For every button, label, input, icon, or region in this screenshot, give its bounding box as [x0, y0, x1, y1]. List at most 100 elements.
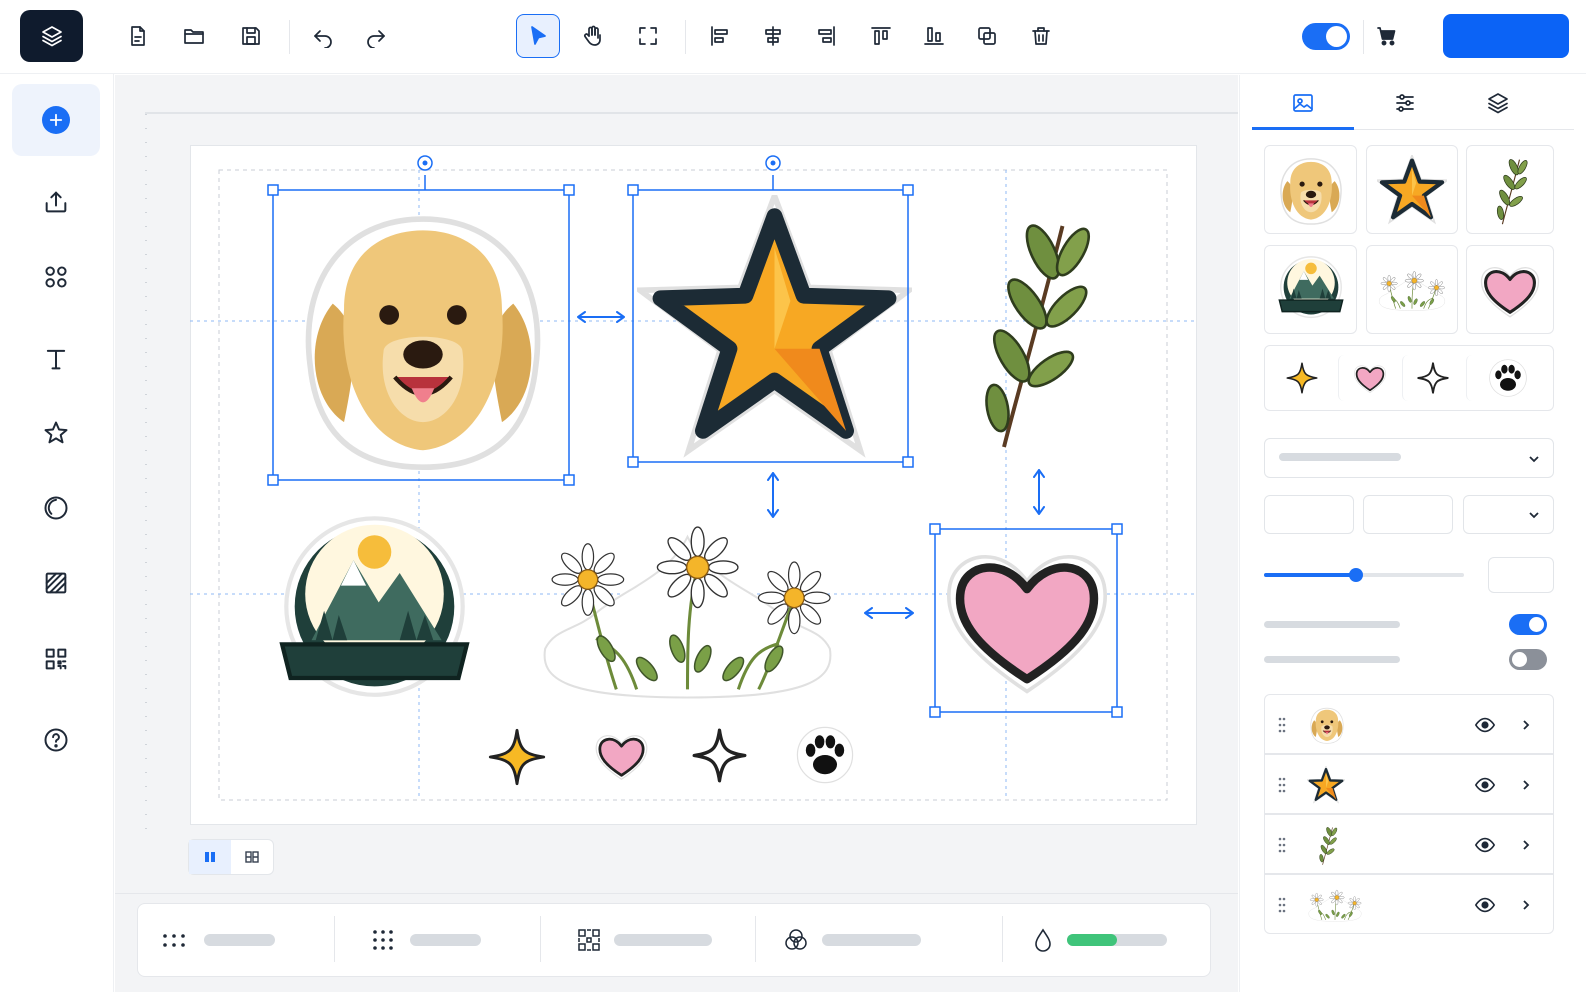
layer-row-star[interactable]: [1264, 754, 1554, 814]
drag-handle-icon[interactable]: [1277, 775, 1287, 795]
heart-sticker[interactable]: [949, 557, 1105, 692]
library-item-small-heart[interactable]: [1338, 355, 1400, 401]
resize-handle[interactable]: [563, 184, 575, 196]
library-item-leaf[interactable]: [1466, 145, 1554, 234]
resize-handle[interactable]: [929, 706, 941, 718]
sidebar-item-upload[interactable]: [12, 166, 100, 238]
sidebar-item-text[interactable]: [12, 323, 100, 395]
resize-handle[interactable]: [1111, 523, 1123, 535]
library-item-sparkle[interactable]: [1275, 355, 1329, 401]
sparkle-sticker[interactable]: [488, 728, 546, 786]
blend-value: [822, 934, 921, 946]
layer-row-dog[interactable]: [1264, 694, 1554, 754]
align-right-button[interactable]: [804, 14, 848, 58]
chevron-right-icon[interactable]: [1519, 838, 1533, 852]
width-field[interactable]: [1264, 495, 1354, 534]
resize-handle[interactable]: [902, 456, 914, 468]
sidebar-item-elements[interactable]: [12, 241, 100, 313]
library-item-heart[interactable]: [1466, 245, 1554, 334]
paw-sticker[interactable]: [796, 726, 854, 784]
cart-button[interactable]: [1365, 14, 1409, 58]
drag-handle-icon[interactable]: [1277, 715, 1287, 735]
frame-tool-button[interactable]: [626, 14, 670, 58]
chevron-right-icon[interactable]: [1519, 898, 1533, 912]
drag-handle-icon[interactable]: [1277, 835, 1287, 855]
size-slider-track[interactable]: [1264, 568, 1464, 582]
sidebar-item-patterns[interactable]: [12, 547, 100, 619]
unit-select[interactable]: [1463, 495, 1554, 534]
undo-button[interactable]: [301, 14, 345, 58]
size-value-field[interactable]: [1488, 557, 1554, 593]
single-page-view-button[interactable]: [189, 840, 231, 874]
library-item-badge[interactable]: [1264, 245, 1357, 334]
resize-handle[interactable]: [267, 474, 279, 486]
layer-row-daisies[interactable]: [1264, 874, 1554, 934]
option-toggle-on[interactable]: [1509, 614, 1547, 635]
daisies-sticker[interactable]: [545, 527, 831, 697]
star-sticker[interactable]: [640, 196, 909, 451]
align-bottom-button[interactable]: [912, 14, 956, 58]
library-item-dog[interactable]: [1264, 145, 1357, 234]
drag-handle-icon[interactable]: [1277, 895, 1287, 915]
eye-icon[interactable]: [1474, 774, 1496, 796]
outline-sparkle-sticker[interactable]: [692, 728, 747, 783]
save-button[interactable]: [229, 14, 273, 58]
option-label: [1264, 656, 1400, 663]
resize-handle[interactable]: [267, 184, 279, 196]
new-document-button[interactable]: [116, 14, 160, 58]
eye-icon[interactable]: [1474, 834, 1496, 856]
eye-icon[interactable]: [1474, 894, 1496, 916]
select-tool-button[interactable]: [516, 14, 560, 58]
resize-handle[interactable]: [929, 523, 941, 535]
style-select[interactable]: [1264, 438, 1554, 478]
primary-action-button[interactable]: [1443, 14, 1569, 58]
sidebar-item-qr-code[interactable]: [12, 623, 100, 695]
sidebar-item-add[interactable]: [12, 84, 100, 156]
library-item-paw[interactable]: [1466, 355, 1548, 401]
golden-retriever-sticker[interactable]: [308, 219, 537, 467]
align-center-button[interactable]: [751, 14, 795, 58]
duplicate-icon: [978, 27, 996, 45]
multi-page-view-icon: [245, 851, 259, 863]
resize-handle[interactable]: [563, 474, 575, 486]
tab-images[interactable]: [1253, 75, 1353, 130]
align-bottom-icon: [924, 27, 944, 45]
align-top-button[interactable]: [859, 14, 903, 58]
star-thumbnail: [1307, 766, 1345, 804]
heart-thumbnail: [1479, 265, 1541, 318]
opacity-track[interactable]: [1067, 934, 1167, 946]
align-left-button[interactable]: [698, 14, 742, 58]
resize-handle[interactable]: [902, 184, 914, 196]
resize-handle[interactable]: [1111, 706, 1123, 718]
duplicate-button[interactable]: [965, 14, 1009, 58]
mountain-badge-sticker[interactable]: [282, 518, 467, 694]
leaf-branch-sticker[interactable]: [983, 221, 1095, 447]
tab-layers[interactable]: [1448, 75, 1548, 130]
resize-handle[interactable]: [627, 456, 639, 468]
delete-button[interactable]: [1019, 14, 1063, 58]
resize-handle[interactable]: [627, 184, 639, 196]
library-item-daisies[interactable]: [1366, 245, 1458, 334]
chevron-right-icon[interactable]: [1519, 718, 1533, 732]
sparkle-thumbnail: [1286, 362, 1318, 394]
preview-toggle[interactable]: [1302, 23, 1350, 50]
option-toggle-off[interactable]: [1509, 649, 1547, 670]
sidebar-item-help[interactable]: [12, 704, 100, 776]
outline-sparkle-thumbnail: [1416, 362, 1449, 394]
sidebar-item-shapes[interactable]: [12, 472, 100, 544]
pan-tool-button[interactable]: [571, 14, 615, 58]
library-item-star[interactable]: [1366, 145, 1458, 234]
open-folder-button[interactable]: [172, 14, 216, 58]
size-slider-thumb[interactable]: [1349, 568, 1363, 582]
small-heart-sticker[interactable]: [594, 734, 649, 781]
layer-row-leaf[interactable]: [1264, 814, 1554, 874]
library-item-outline-sparkle[interactable]: [1402, 355, 1462, 401]
eye-icon[interactable]: [1474, 714, 1496, 736]
tab-adjustments[interactable]: [1355, 75, 1455, 130]
sidebar-item-stickers[interactable]: [12, 397, 100, 469]
chevron-right-icon[interactable]: [1519, 778, 1533, 792]
app-logo[interactable]: [20, 10, 83, 62]
height-field[interactable]: [1363, 495, 1453, 534]
multi-page-view-button[interactable]: [231, 840, 273, 874]
redo-button[interactable]: [354, 14, 398, 58]
